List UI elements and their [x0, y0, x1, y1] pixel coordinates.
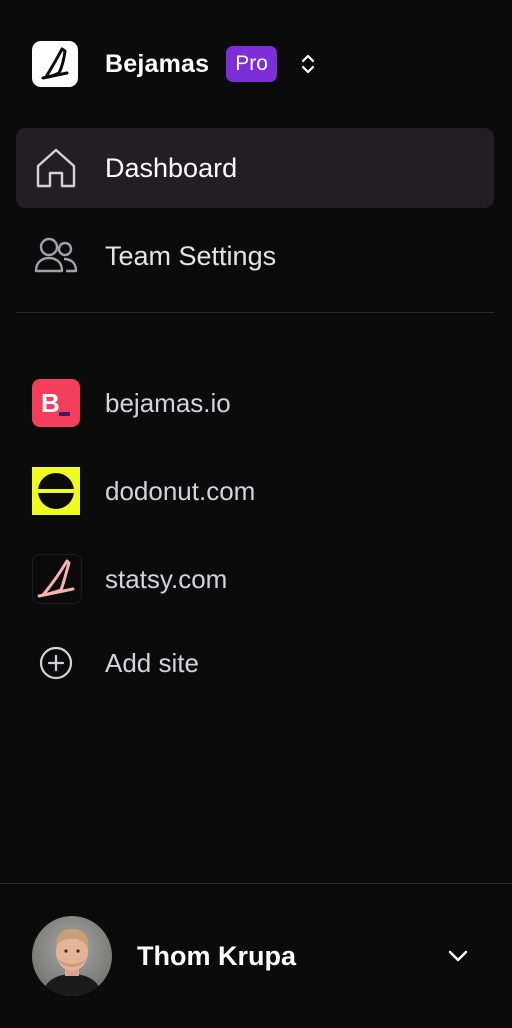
- nav-item-label: Team Settings: [105, 240, 277, 271]
- chevron-down-icon[interactable]: [446, 944, 470, 968]
- site-item-dodonut[interactable]: dodonut.com: [16, 459, 494, 523]
- dodonut-favicon: [32, 467, 80, 515]
- plus-circle-icon: [32, 639, 80, 687]
- footer-divider: [0, 883, 512, 884]
- site-item-statsy[interactable]: statsy.com: [16, 547, 494, 611]
- bejamas-logo-icon: [32, 41, 78, 87]
- svg-text:B: B: [41, 388, 60, 418]
- sidebar: Bejamas Pro Dashboard Team Settings B be…: [0, 0, 512, 1028]
- divider: [16, 312, 494, 313]
- user-menu[interactable]: Thom Krupa: [32, 916, 480, 996]
- site-item-bejamas[interactable]: B bejamas.io: [16, 371, 494, 435]
- plan-badge: Pro: [226, 46, 277, 82]
- site-item-label: statsy.com: [105, 563, 228, 594]
- user-name: Thom Krupa: [137, 940, 296, 971]
- avatar: [32, 916, 112, 996]
- workspace-name: Bejamas: [105, 49, 210, 78]
- nav-item-team-settings[interactable]: Team Settings: [16, 216, 494, 296]
- bejamas-favicon: B: [32, 379, 80, 427]
- add-site-button[interactable]: Add site: [16, 631, 494, 695]
- site-item-label: bejamas.io: [105, 387, 231, 418]
- statsy-favicon: [32, 554, 82, 604]
- site-item-label: dodonut.com: [105, 475, 256, 506]
- users-icon: [34, 234, 78, 278]
- nav-item-label: Dashboard: [105, 152, 238, 183]
- chevron-up-down-icon[interactable]: [299, 51, 317, 77]
- workspace-switcher[interactable]: Bejamas Pro: [32, 40, 336, 88]
- nav-item-dashboard[interactable]: Dashboard: [16, 128, 494, 208]
- home-icon: [34, 146, 78, 190]
- add-site-label: Add site: [105, 647, 199, 678]
